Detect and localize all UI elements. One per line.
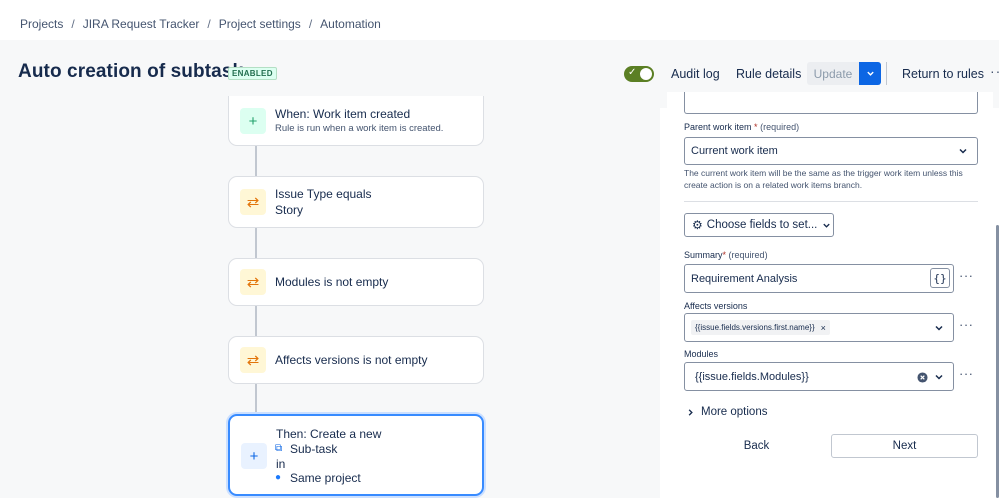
project-field[interactable]: [684, 92, 978, 114]
condition-card-affects-versions[interactable]: ⇄ Affects versions is not empty: [228, 336, 484, 384]
return-to-rules-button[interactable]: Return to rules: [902, 67, 984, 81]
parent-work-item-select[interactable]: Current work item: [684, 137, 978, 165]
condition-title: Issue Type equals: [275, 187, 372, 201]
modules-value: {{issue.fields.Modules}}: [695, 370, 809, 383]
breadcrumb-separator: /: [207, 17, 211, 31]
flow-connector: [255, 146, 257, 176]
update-dropdown-button[interactable]: [859, 62, 881, 85]
condition-arrows-icon: ⇄: [240, 189, 266, 215]
chevron-down-icon: [866, 71, 874, 76]
version-tag: {{issue.fields.versions.first.name}} ×: [691, 320, 830, 335]
smart-value-icon[interactable]: {}: [930, 268, 950, 288]
plus-icon: +: [241, 443, 267, 469]
update-button[interactable]: Update: [807, 62, 859, 85]
summary-label: Summary* (required): [684, 250, 768, 260]
rule-details-button[interactable]: Rule details: [736, 67, 801, 81]
breadcrumb-project-settings[interactable]: Project settings: [219, 17, 301, 31]
divider: [684, 201, 978, 202]
modules-select[interactable]: {{issue.fields.Modules}}: [684, 362, 954, 391]
action-project: Same project: [290, 471, 361, 485]
flow-connector: [255, 228, 257, 258]
affects-versions-more-icon[interactable]: ···: [959, 317, 974, 332]
condition-arrows-icon: ⇄: [240, 269, 266, 295]
flow-connector: [255, 384, 257, 414]
parent-helper-text: The current work item will be the same a…: [684, 168, 963, 190]
summary-more-icon[interactable]: ···: [959, 268, 974, 283]
chevron-right-icon: [688, 408, 693, 416]
condition-arrows-icon: ⇄: [240, 347, 266, 373]
choose-fields-label: Choose fields to set...: [706, 219, 818, 231]
trigger-subtitle: Rule is run when a work item is created.: [275, 123, 444, 134]
breadcrumb: Projects / JIRA Request Tracker / Projec…: [20, 17, 381, 31]
divider: [886, 62, 887, 85]
condition-title: Affects versions is not empty: [275, 353, 428, 367]
rule-enabled-toggle[interactable]: ✓: [624, 66, 654, 82]
trigger-card[interactable]: + When: Work item created Rule is run wh…: [228, 96, 484, 146]
condition-card-issue-type[interactable]: ⇄ Issue Type equals Story: [228, 176, 484, 228]
chevron-down-icon: [959, 148, 967, 154]
toggle-knob: [640, 68, 652, 80]
chevron-down-icon: [823, 223, 831, 228]
breadcrumb-separator: /: [308, 17, 313, 31]
flow-connector: [255, 306, 257, 336]
more-options-toggle[interactable]: More options: [686, 406, 767, 418]
action-card-create-subtask[interactable]: + Then: Create a new ⧉ Sub-task in ● Sam…: [228, 414, 484, 496]
gear-icon: ⚙: [692, 218, 703, 232]
status-badge: ENABLED: [228, 67, 277, 80]
audit-log-button[interactable]: Audit log: [671, 67, 720, 81]
condition-card-modules[interactable]: ⇄ Modules is not empty: [228, 258, 484, 306]
summary-value: Requirement Analysis: [691, 272, 798, 285]
action-title: Then: Create a new: [276, 427, 382, 441]
condition-value: Story: [275, 203, 304, 217]
next-button[interactable]: Next: [831, 434, 978, 458]
modules-label: Modules: [684, 349, 719, 359]
parent-label: Parent work item * (required): [684, 122, 800, 132]
page-title: Auto creation of subtask: [18, 61, 244, 82]
action-issue-type: Sub-task: [290, 442, 338, 456]
summary-input[interactable]: Requirement Analysis {}: [684, 264, 954, 293]
trigger-title: When: Work item created: [275, 107, 411, 121]
chevron-down-icon: [935, 325, 943, 331]
more-options-label: More options: [701, 406, 768, 418]
breadcrumb-separator: /: [71, 17, 75, 31]
subtask-icon: ⧉: [275, 443, 283, 454]
modules-more-icon[interactable]: ···: [959, 366, 974, 381]
breadcrumb-automation[interactable]: Automation: [320, 17, 381, 31]
action-in-label: in: [276, 457, 286, 471]
parent-value: Current work item: [691, 145, 778, 157]
more-actions-icon[interactable]: ···: [990, 63, 999, 79]
chevron-down-icon: [935, 374, 943, 380]
breadcrumb-projects[interactable]: Projects: [20, 17, 63, 31]
affects-versions-select[interactable]: {{issue.fields.versions.first.name}} ×: [684, 313, 954, 342]
choose-fields-button[interactable]: ⚙ Choose fields to set...: [684, 213, 834, 237]
close-icon[interactable]: ×: [821, 323, 826, 333]
globe-icon: ●: [275, 472, 282, 483]
back-button[interactable]: Back: [684, 434, 829, 458]
clear-icon[interactable]: [917, 372, 928, 383]
version-tag-label: {{issue.fields.versions.first.name}}: [695, 323, 815, 332]
check-icon: ✓: [628, 67, 637, 78]
plus-icon: +: [240, 108, 266, 134]
breadcrumb-project[interactable]: JIRA Request Tracker: [83, 17, 200, 31]
condition-title: Modules is not empty: [275, 275, 389, 289]
affects-versions-label: Affects versions: [684, 301, 748, 311]
